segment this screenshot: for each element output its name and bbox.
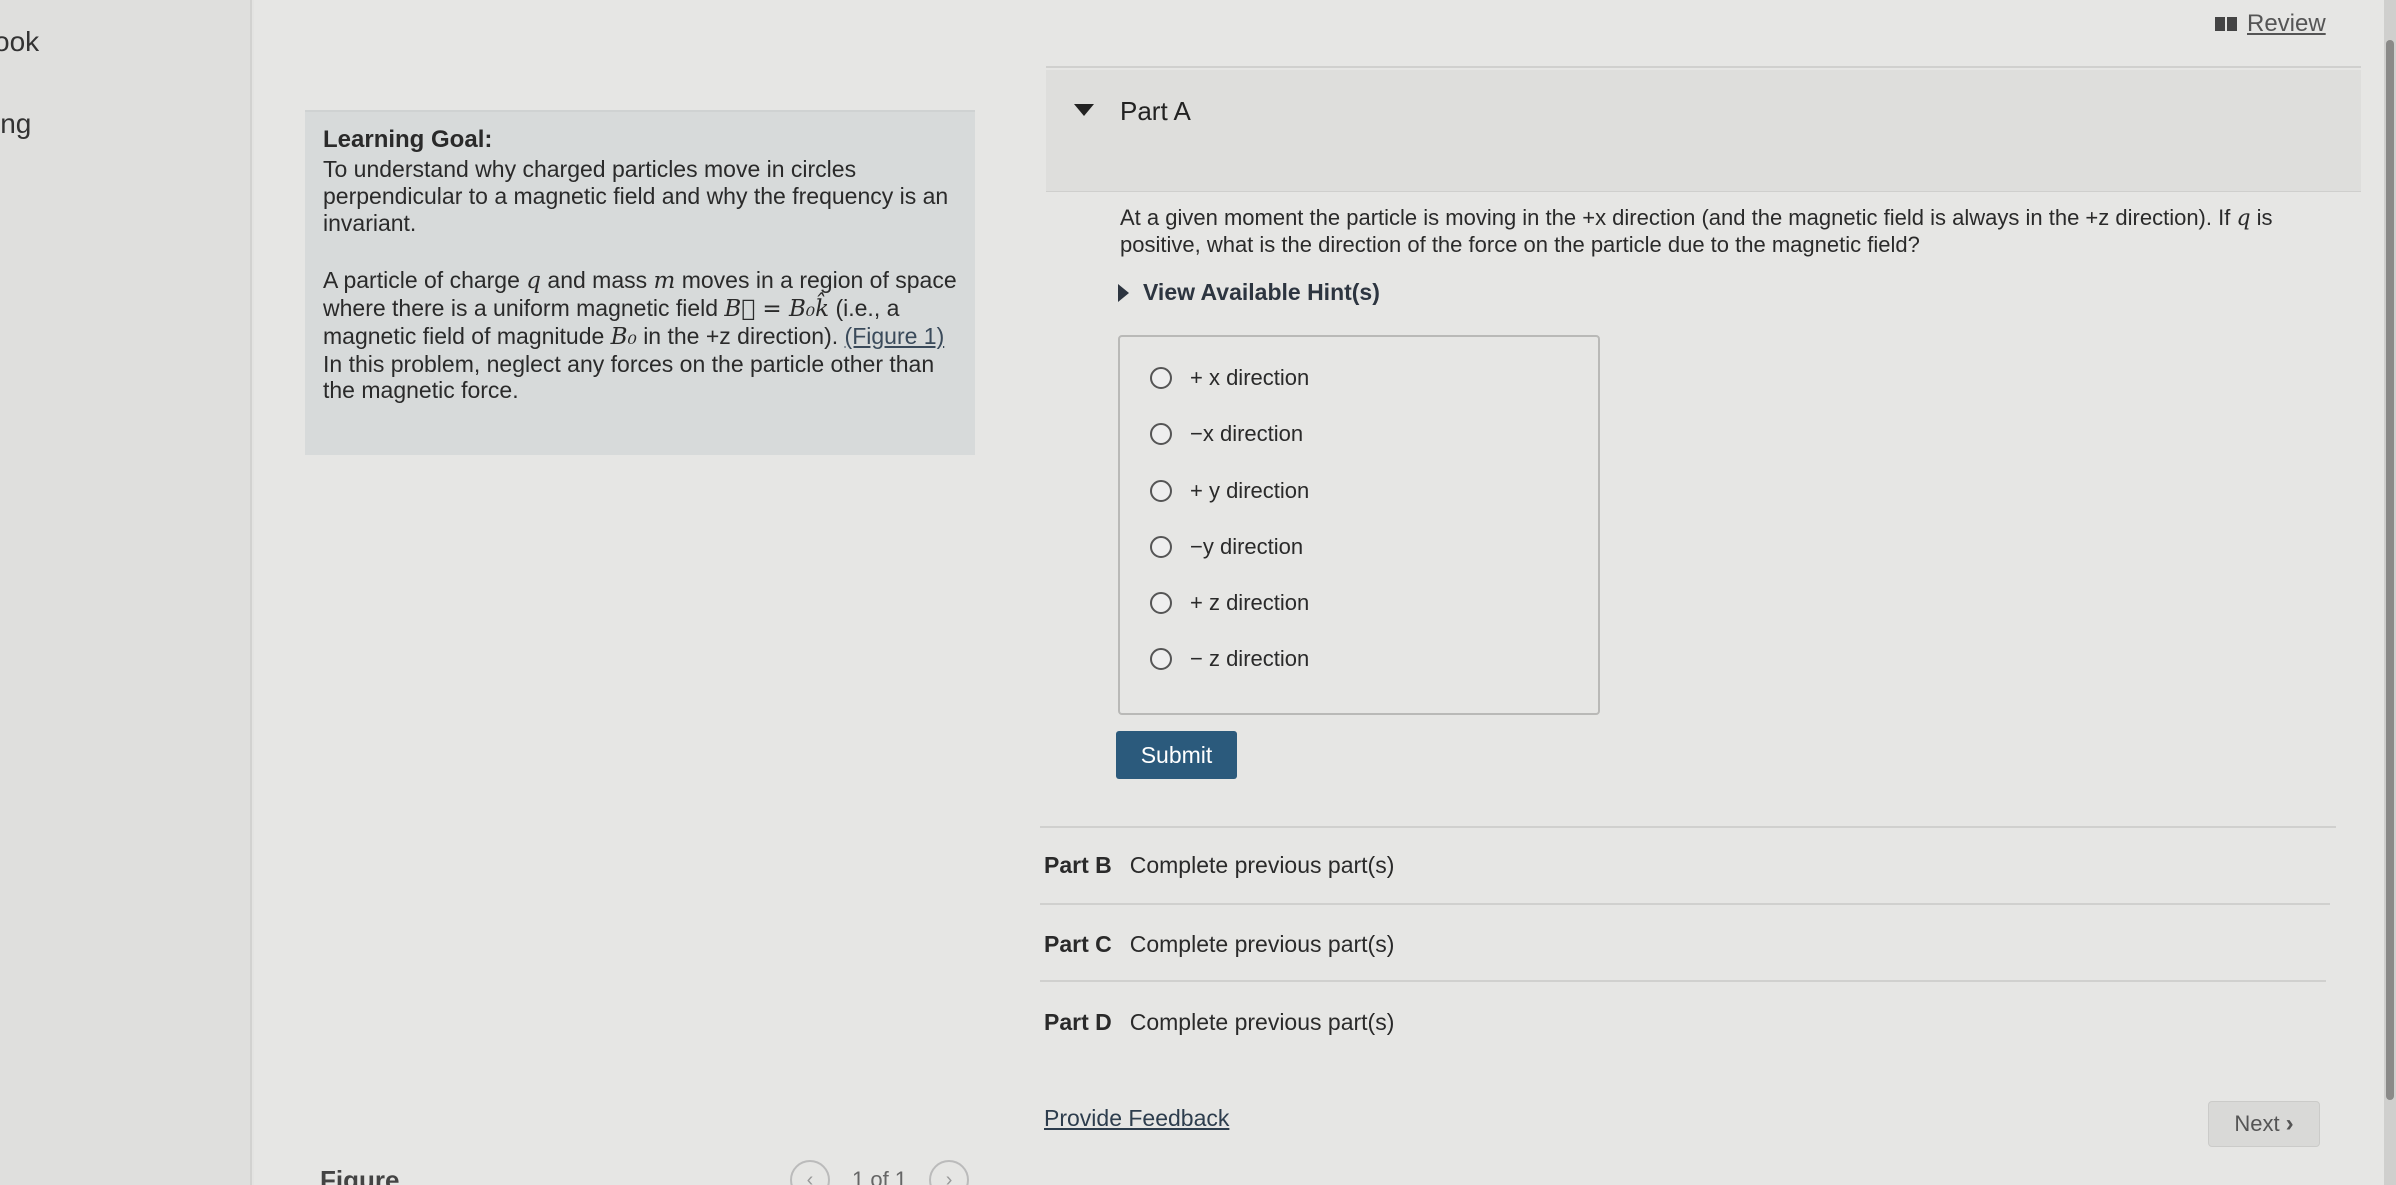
option-label: −y direction <box>1190 534 1304 559</box>
option-plus-y[interactable]: + y direction <box>1150 478 1309 504</box>
divider <box>1040 826 2336 828</box>
view-hints-label: View Available Hint(s) <box>1143 279 1380 305</box>
part-status: Complete previous part(s) <box>1129 931 1395 957</box>
next-label: Next <box>2234 1111 2280 1136</box>
nav-item-ing[interactable]: ing <box>0 108 31 140</box>
question-part: At a given moment the particle is moving… <box>1120 205 2231 230</box>
radio-button[interactable] <box>1150 480 1172 502</box>
charge-symbol: q <box>526 267 542 294</box>
radio-button[interactable] <box>1150 592 1172 614</box>
review-label: Review <box>2247 10 2326 37</box>
provide-feedback-link[interactable]: Provide Feedback <box>1044 1105 1229 1132</box>
option-plus-x[interactable]: + x direction <box>1150 365 1309 391</box>
divider <box>1040 903 2330 905</box>
statement-text: in the +z direction). <box>643 322 839 349</box>
book-icon <box>2215 17 2237 31</box>
learning-goal-box: Learning Goal: To understand why charged… <box>305 110 975 455</box>
field-magnitude-symbol: B₀ <box>610 323 637 350</box>
learning-goal-title: Learning Goal: <box>323 126 493 153</box>
radio-button[interactable] <box>1150 536 1172 558</box>
chevron-right-icon: › <box>2285 1110 2294 1137</box>
review-link[interactable]: Review <box>2215 10 2326 38</box>
scrollbar-thumb[interactable] <box>2386 40 2394 1100</box>
option-label: − z direction <box>1190 646 1310 671</box>
part-name: Part C <box>1044 931 1112 957</box>
view-hints-toggle[interactable]: View Available Hint(s) <box>1118 279 1380 306</box>
learning-goal-text: To understand why charged particles move… <box>323 156 949 236</box>
divider <box>1046 66 2361 68</box>
problem-statement: A particle of charge q and mass m moves … <box>323 267 959 405</box>
part-a-header[interactable]: Part A <box>1046 70 2361 192</box>
statement-text: A particle of charge <box>323 266 520 293</box>
option-plus-z[interactable]: + z direction <box>1150 590 1309 616</box>
statement-text: In this problem, neglect any forces on t… <box>323 350 935 404</box>
radio-button[interactable] <box>1150 648 1172 670</box>
figure-label: Figure <box>320 1165 400 1185</box>
option-minus-z[interactable]: − z direction <box>1150 646 1309 672</box>
charge-symbol: q <box>2236 206 2251 231</box>
part-d-row[interactable]: Part D Complete previous part(s) <box>1044 1009 1394 1036</box>
answer-options: + x direction −x direction + y direction… <box>1118 335 1600 715</box>
figure-link[interactable]: (Figure 1) <box>845 323 945 349</box>
next-button[interactable]: Next › <box>2208 1101 2320 1147</box>
scrollbar[interactable] <box>2384 0 2396 1185</box>
part-a-title: Part A <box>1120 96 1191 126</box>
figure-pager: ‹ 1 of 1 › <box>790 1160 970 1185</box>
statement-text: and mass <box>547 266 648 293</box>
field-expression: B⃗ = B₀k̂ <box>724 295 830 322</box>
chevron-left-icon[interactable]: ‹ <box>790 1160 830 1185</box>
option-label: + z direction <box>1190 590 1310 615</box>
option-label: −x direction <box>1190 421 1304 446</box>
caret-right-icon <box>1118 283 1129 302</box>
chevron-right-icon[interactable]: › <box>929 1160 970 1185</box>
option-minus-y[interactable]: −y direction <box>1150 534 1303 560</box>
part-c-row[interactable]: Part C Complete previous part(s) <box>1044 931 1394 958</box>
radio-button[interactable] <box>1150 423 1172 445</box>
option-label: + x direction <box>1190 365 1310 390</box>
caret-down-icon <box>1074 104 1094 116</box>
radio-button[interactable] <box>1150 367 1172 389</box>
figure-pager-text: 1 of 1 <box>852 1167 908 1185</box>
submit-button[interactable]: Submit <box>1116 731 1237 779</box>
part-status: Complete previous part(s) <box>1129 1009 1395 1035</box>
option-minus-x[interactable]: −x direction <box>1150 421 1303 447</box>
question-text: At a given moment the particle is moving… <box>1120 205 2320 257</box>
left-navigation: ook ing <box>0 0 252 1185</box>
nav-item-book[interactable]: ook <box>0 26 39 58</box>
part-name: Part D <box>1044 1009 1112 1035</box>
divider <box>1040 980 2326 982</box>
part-name: Part B <box>1044 852 1112 878</box>
mass-symbol: m <box>653 267 676 294</box>
part-status: Complete previous part(s) <box>1129 852 1395 878</box>
option-label: + y direction <box>1190 478 1310 503</box>
part-b-row[interactable]: Part B Complete previous part(s) <box>1044 852 1394 879</box>
